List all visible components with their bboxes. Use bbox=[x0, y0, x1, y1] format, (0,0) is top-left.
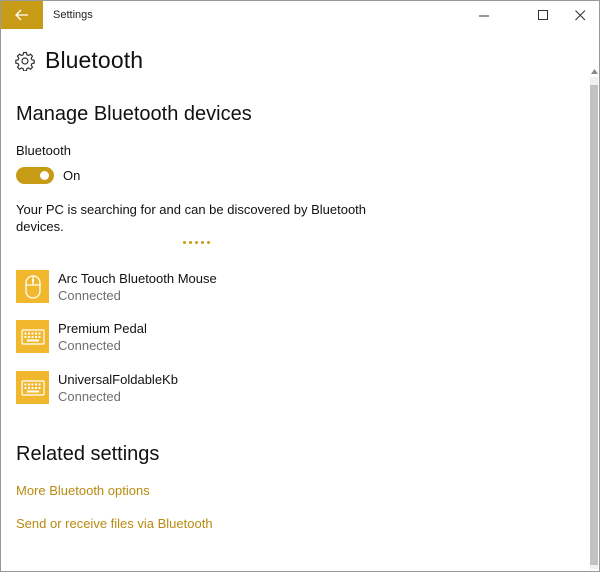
device-name: UniversalFoldableKb bbox=[58, 372, 178, 387]
toggle-state-text: On bbox=[63, 168, 81, 183]
progress-dot bbox=[189, 241, 192, 244]
page-header: Bluetooth bbox=[15, 47, 143, 74]
vertical-scrollbar[interactable] bbox=[590, 77, 598, 569]
keyboard-icon bbox=[20, 379, 45, 396]
device-status: Connected bbox=[58, 288, 121, 303]
device-item-premium-pedal[interactable]: Premium Pedal Connected bbox=[16, 320, 356, 356]
manage-devices-heading: Manage Bluetooth devices bbox=[16, 103, 252, 125]
mouse-icon bbox=[24, 274, 41, 299]
related-settings-heading: Related settings bbox=[16, 443, 160, 465]
device-name: Arc Touch Bluetooth Mouse bbox=[58, 271, 217, 286]
keyboard-icon bbox=[20, 328, 45, 345]
scroll-up-arrow[interactable] bbox=[590, 67, 598, 75]
gear-icon bbox=[15, 51, 35, 71]
bluetooth-toggle-label: Bluetooth bbox=[16, 143, 71, 158]
back-button[interactable] bbox=[1, 1, 43, 29]
title-bar: Settings bbox=[1, 1, 599, 31]
more-bluetooth-options-link[interactable]: More Bluetooth options bbox=[16, 483, 150, 498]
window-title: Settings bbox=[53, 9, 93, 21]
page-title: Bluetooth bbox=[45, 47, 144, 73]
device-status: Connected bbox=[58, 338, 121, 353]
device-item-arc-touch-mouse[interactable]: Arc Touch Bluetooth Mouse Connected bbox=[16, 270, 356, 306]
settings-window: Settings Bluetooth Manage Bluetooth devi… bbox=[0, 0, 600, 572]
progress-dot bbox=[195, 241, 198, 244]
send-receive-files-link[interactable]: Send or receive files via Bluetooth bbox=[16, 516, 213, 531]
progress-dot bbox=[201, 241, 204, 244]
minimize-icon bbox=[478, 15, 489, 16]
searching-progress-indicator bbox=[183, 241, 210, 244]
close-icon bbox=[574, 9, 585, 20]
minimize-button[interactable] bbox=[461, 1, 507, 29]
progress-dot bbox=[183, 241, 186, 244]
device-tile bbox=[16, 320, 49, 353]
discovery-status-text: Your PC is searching for and can be disc… bbox=[16, 202, 367, 234]
device-status: Connected bbox=[58, 389, 121, 404]
progress-dot bbox=[207, 241, 210, 244]
device-item-universal-foldable-kb[interactable]: UniversalFoldableKb Connected bbox=[16, 371, 356, 407]
bluetooth-toggle[interactable] bbox=[16, 167, 54, 184]
device-tile bbox=[16, 371, 49, 404]
chevron-up-icon bbox=[590, 68, 598, 74]
toggle-knob bbox=[40, 171, 49, 180]
scrollbar-thumb[interactable] bbox=[590, 85, 598, 565]
device-tile bbox=[16, 270, 49, 303]
back-arrow-icon bbox=[15, 9, 28, 21]
device-name: Premium Pedal bbox=[58, 321, 147, 336]
close-button[interactable] bbox=[557, 1, 600, 29]
maximize-icon bbox=[537, 9, 548, 20]
